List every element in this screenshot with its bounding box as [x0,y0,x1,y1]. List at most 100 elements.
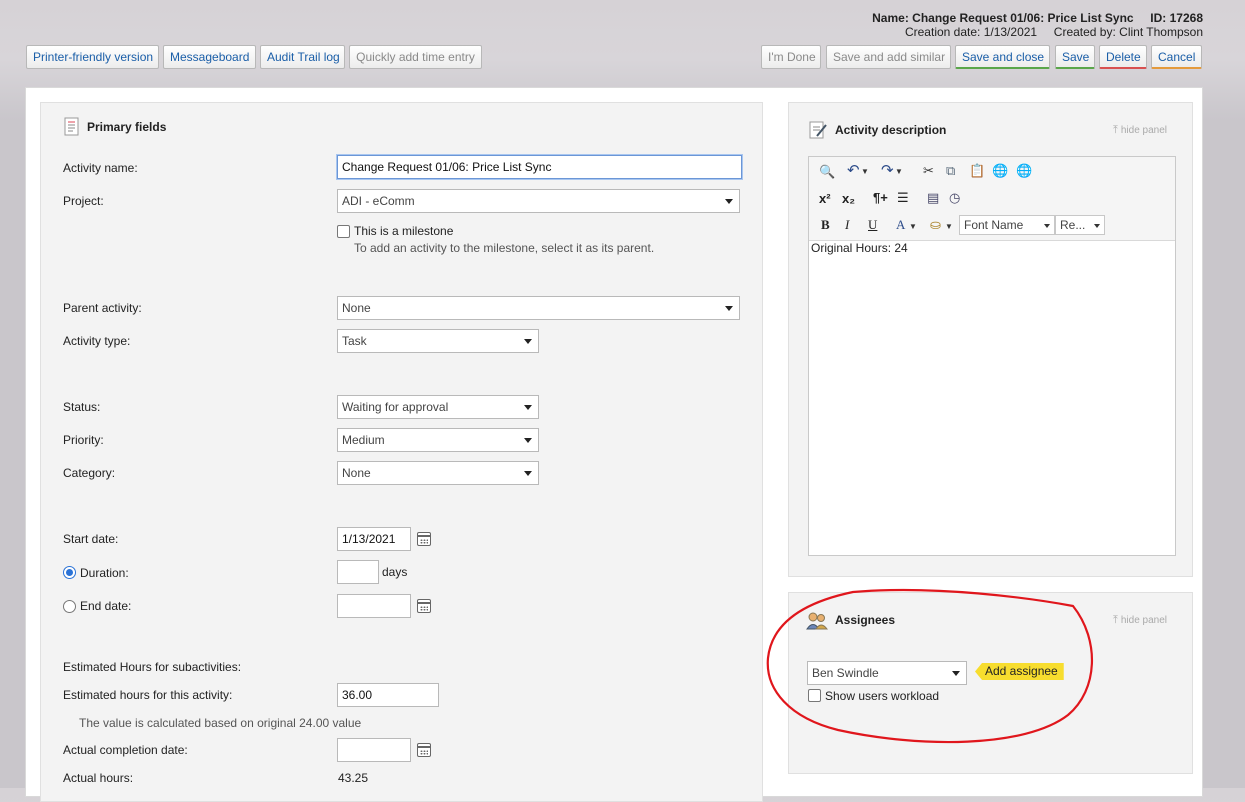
primary-fields-title: Primary fields [87,120,167,134]
parent-activity-value: None [342,301,371,315]
chevron-down-icon[interactable]: ▼ [945,220,953,234]
record-info: Name: Change Request 01/06: Price List S… [872,11,1203,39]
editor-toolbar: 🔍 ↶ ▼ ↷ ▼ ✂ ⧉ 📋 🌐 🌐 x² x₂ ¶+ ☰ ▤ ◷ B I U… [809,157,1175,241]
paste-icon[interactable]: 📋 [969,164,985,178]
activity-name-label: Activity name: [63,161,138,175]
status-value: Waiting for approval [342,400,449,414]
priority-select[interactable]: Medium [337,428,539,452]
created-by-label: Created by: [1053,25,1116,39]
est-hours-input[interactable]: 36.00 [337,683,439,707]
show-workload-checkbox[interactable] [808,689,821,702]
font-size-select[interactable]: Re... [1055,215,1105,235]
paragraph-icon[interactable]: ¶+ [873,191,888,205]
save-add-similar-button[interactable]: Save and add similar [826,45,951,69]
chevron-down-icon[interactable]: ▼ [895,165,903,179]
category-label: Category: [63,466,116,480]
hide-assignees-panel-link[interactable]: ⤒ hide panel [1113,614,1167,627]
activity-description-title: Activity description [835,123,947,137]
milestone-checkbox[interactable] [337,225,350,238]
duration-input[interactable] [337,560,379,584]
project-value: ADI - eComm [342,194,415,208]
bold-icon[interactable]: B [821,218,830,232]
messageboard-button[interactable]: Messageboard [163,45,256,69]
end-date-radio[interactable] [63,600,76,613]
collapse-up-icon: ⤒ [1113,124,1118,136]
italic-icon[interactable]: I [845,218,849,232]
quick-time-entry-button[interactable]: Quickly add time entry [349,45,482,69]
edit-note-icon [809,121,827,139]
collapse-up-icon: ⤒ [1113,614,1118,626]
id-value: 17268 [1169,11,1203,25]
actual-hours-value: 43.25 [338,771,369,785]
im-done-button[interactable]: I'm Done [761,45,821,69]
activity-type-value: Task [342,334,367,348]
superscript-icon[interactable]: x² [819,192,831,206]
save-button[interactable]: Save [1055,45,1095,69]
people-icon [806,612,828,630]
redo-icon[interactable]: ↷ [881,163,894,178]
priority-label: Priority: [63,433,104,447]
description-content[interactable]: Original Hours: 24 [811,241,908,255]
calendar-icon[interactable] [417,532,431,546]
days-label: days [382,565,408,579]
font-name-select[interactable]: Font Name [959,215,1055,235]
category-select[interactable]: None [337,461,539,485]
copy-icon[interactable]: ⧉ [946,164,955,178]
id-label: ID: [1150,11,1167,25]
actual-completion-label: Actual completion date: [63,743,188,757]
subscript-icon[interactable]: x₂ [842,192,855,206]
name-value: Change Request 01/06: Price List Sync [912,11,1134,25]
cancel-button[interactable]: Cancel [1151,45,1202,69]
form-icon [64,117,79,136]
hide-description-panel-link[interactable]: ⤒ hide panel [1113,124,1167,137]
description-editor[interactable]: 🔍 ↶ ▼ ↷ ▼ ✂ ⧉ 📋 🌐 🌐 x² x₂ ¶+ ☰ ▤ ◷ B I U… [808,156,1176,556]
delete-button[interactable]: Delete [1099,45,1147,69]
start-date-input[interactable]: 1/13/2021 [337,527,411,551]
html-icon[interactable]: ▤ [927,191,939,205]
hide-panel-label: hide panel [1120,125,1168,136]
activity-type-select[interactable]: Task [337,329,539,353]
chevron-down-icon[interactable]: ▼ [909,220,917,234]
parent-activity-select[interactable]: None [337,296,740,320]
activity-type-label: Activity type: [63,334,131,348]
name-label: Name: [872,11,909,25]
save-close-button[interactable]: Save and close [955,45,1050,69]
project-label: Project: [63,194,104,208]
align-icon[interactable]: ☰ [897,191,909,205]
calendar-icon[interactable] [417,743,431,757]
add-assignee-button[interactable]: Add assignee [975,663,1064,680]
link-icon[interactable]: 🌐 [992,164,1008,178]
actual-hours-label: Actual hours: [63,771,134,785]
activity-name-input[interactable]: Change Request 01/06: Price List Sync [337,155,742,179]
est-hours-note: The value is calculated based on origina… [79,716,362,730]
est-sub-label: Estimated Hours for subactivities: [63,660,242,674]
undo-icon[interactable]: ↶ [847,163,860,178]
status-select[interactable]: Waiting for approval [337,395,539,419]
font-color-icon[interactable]: A [896,218,905,232]
calendar-icon[interactable] [417,599,431,613]
duration-radio[interactable] [63,566,76,579]
highlight-icon[interactable]: ⛀ [930,218,941,232]
chevron-down-icon[interactable]: ▼ [861,165,869,179]
clock-icon[interactable]: ◷ [949,191,960,205]
duration-label: Duration: [80,566,129,580]
assignee-value: Ben Swindle [812,666,879,680]
status-label: Status: [63,400,101,414]
end-date-input[interactable] [337,594,411,618]
creation-value: 1/13/2021 [983,25,1038,39]
actual-completion-input[interactable] [337,738,411,762]
underline-icon[interactable]: U [868,218,877,232]
cut-icon[interactable]: ✂ [923,164,934,178]
start-date-label: Start date: [63,532,119,546]
unlink-icon[interactable]: 🌐 [1016,164,1032,178]
find-icon[interactable]: 🔍 [819,165,835,179]
assignee-select[interactable]: Ben Swindle [807,661,967,685]
audit-trail-button[interactable]: Audit Trail log [260,45,345,69]
hide-panel-label: hide panel [1120,615,1168,626]
end-date-label: End date: [80,599,132,613]
priority-value: Medium [342,433,385,447]
printer-friendly-button[interactable]: Printer-friendly version [26,45,159,69]
parent-activity-label: Parent activity: [63,301,142,315]
project-select[interactable]: ADI - eComm [337,189,740,213]
milestone-note: To add an activity to the milestone, sel… [354,241,655,255]
